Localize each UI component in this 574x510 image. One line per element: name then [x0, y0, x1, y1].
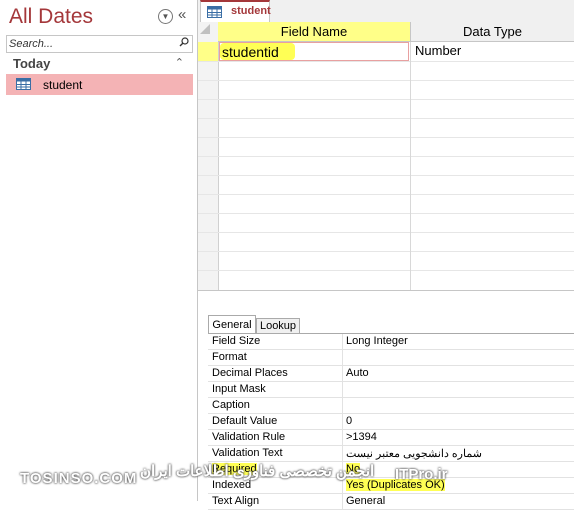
field-properties-pane: General Lookup Field Size Long Integer F…: [198, 290, 574, 510]
nav-pane-title[interactable]: All Dates: [9, 5, 93, 29]
property-name: Indexed: [212, 479, 252, 491]
property-row-field-size[interactable]: Field Size Long Integer: [208, 334, 574, 350]
property-name: Required: [212, 463, 257, 475]
property-row-required[interactable]: Required No: [208, 462, 574, 478]
nav-search-box: [6, 35, 193, 53]
nav-item-label: student: [43, 78, 83, 92]
nav-item-student-table[interactable]: student: [6, 74, 193, 95]
property-value[interactable]: 0: [346, 415, 352, 427]
property-name: Field Size: [212, 335, 261, 347]
field-name-cell[interactable]: studentid: [219, 42, 409, 61]
property-name: Default Value: [212, 415, 278, 427]
property-name: Validation Text: [212, 447, 283, 459]
property-row-format[interactable]: Format: [208, 350, 574, 366]
property-value[interactable]: Yes (Duplicates OK): [346, 479, 445, 491]
navigation-pane: All Dates ▼ « Today ⌃ student: [0, 0, 198, 501]
tab-label: student: [231, 5, 271, 17]
data-type-value[interactable]: Number: [415, 43, 461, 58]
table-design-grid: Field Name Data Type studentid Number: [198, 22, 574, 290]
property-value[interactable]: >1394: [346, 431, 377, 443]
field-name-value[interactable]: studentid: [222, 44, 279, 60]
property-row-indexed[interactable]: Indexed Yes (Duplicates OK): [208, 478, 574, 494]
property-row-input-mask[interactable]: Input Mask: [208, 382, 574, 398]
column-header-data-type[interactable]: Data Type: [411, 22, 574, 42]
data-type-cell[interactable]: Number: [411, 42, 574, 61]
tab-general[interactable]: General: [208, 315, 256, 334]
search-input[interactable]: [9, 36, 169, 51]
property-row-default-value[interactable]: Default Value 0: [208, 414, 574, 430]
property-name: Format: [212, 351, 247, 363]
property-value[interactable]: General: [346, 495, 385, 507]
property-row-validation-rule[interactable]: Validation Rule >1394: [208, 430, 574, 446]
property-value[interactable]: شماره دانشجویی معتبر نیست: [346, 447, 482, 460]
tab-student[interactable]: student: [200, 0, 271, 22]
property-value[interactable]: Auto: [346, 367, 369, 379]
table-icon: [16, 78, 31, 90]
nav-menu-dropdown-icon[interactable]: ▼: [158, 9, 173, 24]
property-row-decimal-places[interactable]: Decimal Places Auto: [208, 366, 574, 382]
property-value[interactable]: No: [346, 463, 361, 475]
row-selector[interactable]: [198, 42, 218, 61]
nav-group-header[interactable]: Today ⌃: [6, 56, 191, 73]
property-name: Text Align: [212, 495, 260, 507]
collapse-pane-icon[interactable]: «: [178, 6, 186, 23]
property-name: Validation Rule: [212, 431, 286, 443]
column-header-field-name[interactable]: Field Name: [218, 22, 411, 42]
table-icon: [207, 6, 222, 18]
property-value[interactable]: Long Integer: [346, 335, 408, 347]
document-tab-strip: student: [198, 0, 574, 23]
property-name: Caption: [212, 399, 250, 411]
property-row-text-align[interactable]: Text Align General: [208, 494, 574, 510]
property-row-validation-text[interactable]: Validation Text شماره دانشجویی معتبر نیس…: [208, 446, 574, 462]
select-all-corner-icon[interactable]: [200, 24, 210, 34]
search-icon[interactable]: [179, 37, 189, 47]
nav-group-label: Today: [13, 56, 51, 71]
property-row-caption[interactable]: Caption: [208, 398, 574, 414]
property-sheet: Field Size Long Integer Format Decimal P…: [208, 333, 574, 510]
tab-lookup[interactable]: Lookup: [256, 318, 300, 334]
chevron-up-icon[interactable]: ⌃: [175, 56, 184, 69]
property-name: Decimal Places: [212, 367, 288, 379]
property-name: Input Mask: [212, 383, 266, 395]
